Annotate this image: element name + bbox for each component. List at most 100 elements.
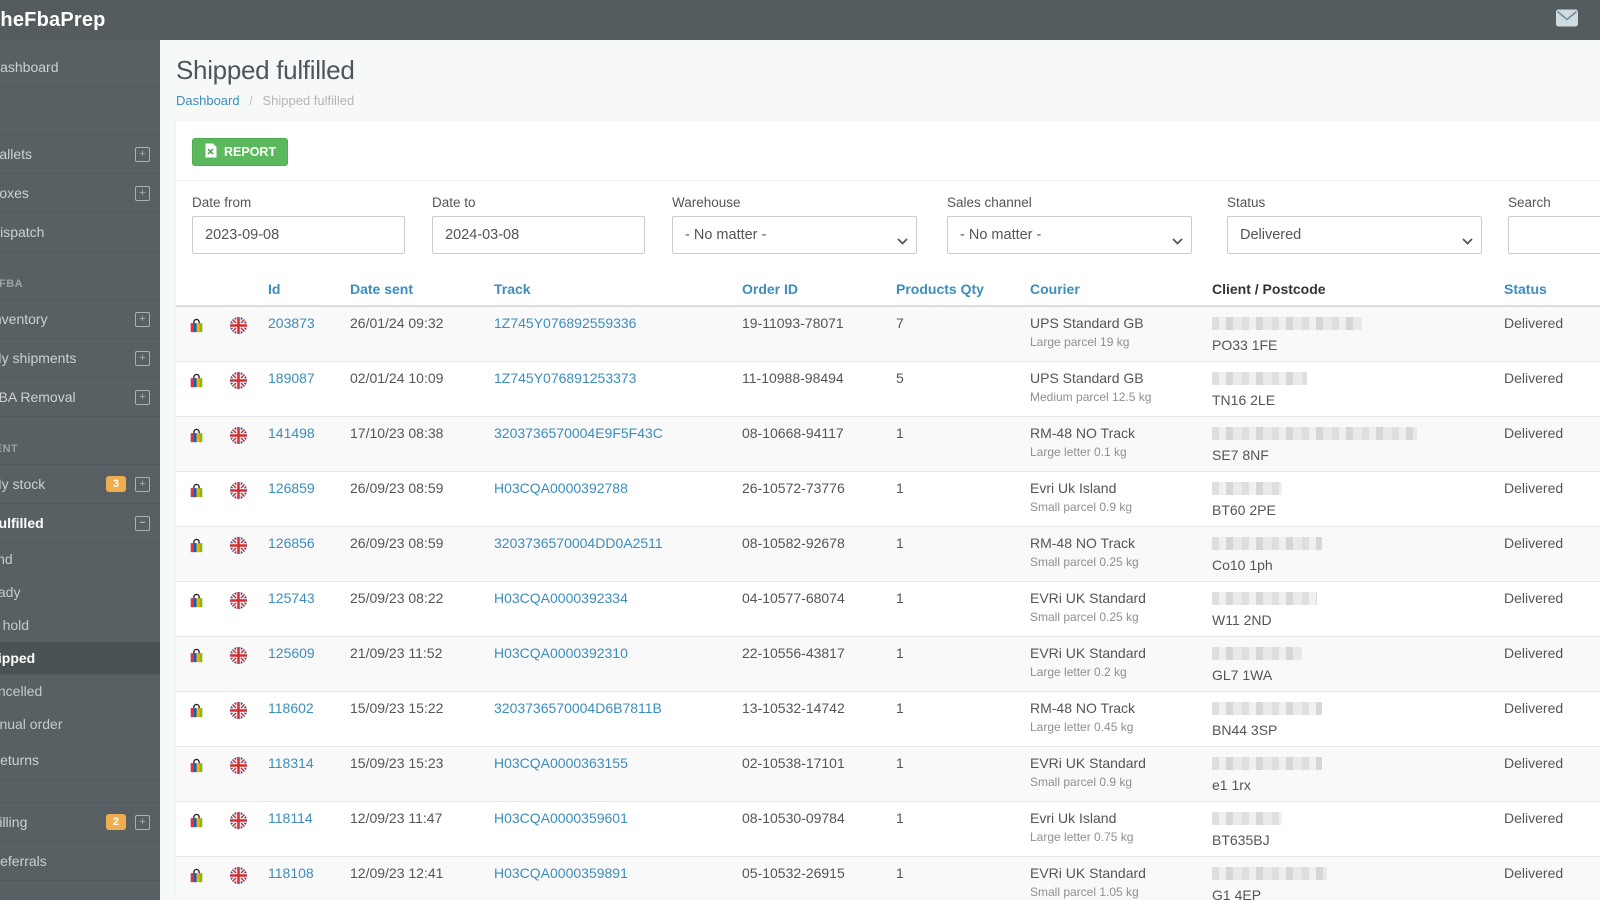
client-name-redacted	[1212, 482, 1282, 495]
shipment-id-link[interactable]: 118602	[268, 700, 314, 716]
search-input[interactable]	[1508, 216, 1600, 254]
shipment-row: 118314 15/09/23 15:23 H03CQA0000363155 0…	[176, 746, 1600, 802]
marketplace-bag-icon	[189, 647, 204, 667]
column-country-icon	[216, 273, 260, 307]
sidebar-item-dashboard[interactable]: Dashboard	[0, 48, 160, 87]
marketplace-bag-icon	[189, 702, 204, 722]
sidebar-menu: Dashboard Pallets + Boxes + Dispatch AMAZON FB…	[0, 48, 160, 881]
plus-expand-icon[interactable]: +	[135, 476, 150, 492]
plus-expand-icon[interactable]: +	[135, 146, 150, 162]
column-header-track[interactable]: Track	[486, 273, 734, 307]
column-header-courier[interactable]: Courier	[1022, 273, 1204, 307]
marketplace-bag-icon	[189, 537, 204, 557]
column-header-products-qty[interactable]: Products Qty	[888, 273, 1022, 307]
plus-expand-icon[interactable]: +	[135, 814, 150, 830]
sidebar-item-my-shipments[interactable]: My shipments +	[0, 339, 160, 378]
shipment-id-link[interactable]: 126856	[268, 535, 315, 551]
topbar-actions	[1554, 8, 1600, 32]
sidebar-item-manual-order[interactable]: Manual order	[0, 708, 160, 741]
sidebar-item-shipped[interactable]: Shipped	[0, 642, 160, 675]
sidebar-item-inventory[interactable]: Inventory +	[0, 300, 160, 339]
shipment-id-link[interactable]: 118114	[268, 810, 313, 826]
breadcrumb-dashboard-link[interactable]: Dashboard	[176, 93, 240, 108]
shipment-id-link[interactable]: 189087	[268, 370, 315, 386]
sidebar-item-returns[interactable]: Returns	[0, 741, 160, 780]
tracking-number-link[interactable]: H03CQA0000359891	[494, 865, 628, 881]
status-select[interactable]: Delivered	[1227, 216, 1482, 254]
tracking-number-link[interactable]: 3203736570004D6B7811B	[494, 700, 662, 716]
column-header-id[interactable]: Id	[260, 273, 342, 307]
uk-flag-icon	[229, 427, 247, 444]
tracking-number-link[interactable]: 3203736570004DD0A2511	[494, 535, 663, 551]
sidebar-item-pallets[interactable]: Pallets +	[0, 135, 160, 174]
courier-detail: Small parcel 0.25 kg	[1030, 610, 1139, 624]
uk-flag-icon	[229, 812, 247, 829]
courier-detail: Large parcel 19 kg	[1030, 335, 1130, 349]
tracking-number-link[interactable]: H03CQA0000359601	[494, 810, 628, 826]
column-header-order-id[interactable]: Order ID	[734, 273, 888, 307]
sidebar-item-billing[interactable]: Billing 2 +	[0, 803, 160, 842]
sidebar-item-dispatch[interactable]: Dispatch	[0, 213, 160, 252]
shipment-id-link[interactable]: 125743	[268, 590, 315, 606]
products-qty: 1	[896, 425, 904, 441]
shipment-id-link[interactable]: 141498	[268, 425, 315, 441]
sidebar-item-fulfilled[interactable]: Fulfilled −	[0, 504, 160, 543]
minus-collapse-icon[interactable]: −	[135, 515, 150, 531]
shipment-id-link[interactable]: 125609	[268, 645, 315, 661]
sidebar-item-cancelled[interactable]: Cancelled	[0, 675, 160, 708]
shipment-row: 118108 12/09/23 12:41 H03CQA0000359891 0…	[176, 856, 1600, 900]
plus-expand-icon[interactable]: +	[135, 185, 150, 201]
sidebar-item-label: Manual order	[0, 716, 63, 732]
tracking-number-link[interactable]: 1Z745Y076892559336	[494, 315, 636, 331]
sidebar-item-label: Dashboard	[0, 59, 59, 75]
products-qty: 5	[896, 370, 904, 386]
products-qty: 1	[896, 480, 904, 496]
column-header-date-sent[interactable]: Date sent	[342, 273, 486, 307]
sidebar-item-send[interactable]: Send	[0, 543, 160, 576]
report-button[interactable]: REPORT	[192, 138, 289, 166]
plus-expand-icon[interactable]: +	[135, 350, 150, 366]
app-logo[interactable]: TheFbaPrep	[0, 9, 160, 32]
shipment-status: Delivered	[1504, 865, 1564, 881]
shipment-id-link[interactable]: 126859	[268, 480, 315, 496]
sidebar-item-label: Pallets	[0, 146, 33, 162]
shipment-status: Delivered	[1504, 700, 1564, 716]
messages-button[interactable]	[1554, 8, 1580, 32]
shipments-table: Id Date sent Track Order ID Products Qty Cour…	[176, 273, 1600, 900]
tracking-number-link[interactable]: H03CQA0000392334	[494, 590, 628, 606]
sidebar-item-referrals[interactable]: Referrals	[0, 842, 160, 881]
postcode: Co10 1ph	[1212, 557, 1273, 573]
tracking-number-link[interactable]: H03CQA0000392310	[494, 645, 628, 661]
column-header-status[interactable]: Status	[1496, 273, 1600, 307]
tracking-number-link[interactable]: 1Z745Y076891253373	[494, 370, 636, 386]
tracking-number-link[interactable]: 3203736570004E9F5F43C	[494, 425, 663, 441]
plus-expand-icon[interactable]: +	[135, 389, 150, 405]
shipment-id-link[interactable]: 118108	[268, 865, 314, 881]
sidebar-item-boxes[interactable]: Boxes +	[0, 174, 160, 213]
date-to-input[interactable]	[432, 216, 645, 254]
warehouse-select[interactable]: - No matter -	[672, 216, 917, 254]
tracking-number-link[interactable]: H03CQA0000392788	[494, 480, 628, 496]
sidebar-item-fba-removal[interactable]: FBA Removal +	[0, 378, 160, 417]
sidebar-item-my-stock[interactable]: My stock 3 +	[0, 465, 160, 504]
order-id: 08-10582-92678	[742, 535, 845, 551]
filter-label: Status	[1227, 195, 1266, 210]
sidebar-item-ready[interactable]: Ready	[0, 576, 160, 609]
date-from-input[interactable]	[192, 216, 405, 254]
sales-channel-select[interactable]: - No matter -	[947, 216, 1192, 254]
order-id: 19-11093-78071	[742, 315, 844, 331]
shipment-status: Delivered	[1504, 315, 1564, 331]
sidebar-item-label: Referrals	[0, 853, 47, 869]
sidebar-item-label: My shipments	[0, 350, 77, 366]
date-sent: 15/09/23 15:23	[350, 755, 444, 771]
date-sent: 12/09/23 12:41	[350, 865, 444, 881]
shipment-id-link[interactable]: 203873	[268, 315, 315, 331]
tracking-number-link[interactable]: H03CQA0000363155	[494, 755, 628, 771]
sidebar-item-on-hold[interactable]: On hold	[0, 609, 160, 642]
report-button-label: REPORT	[224, 145, 277, 159]
sidebar-section-spacer	[0, 87, 160, 135]
shipment-id-link[interactable]: 118314	[268, 755, 314, 771]
sidebar-item-label: Shipped	[0, 650, 36, 666]
marketplace-bag-icon	[189, 482, 204, 502]
plus-expand-icon[interactable]: +	[135, 311, 150, 327]
